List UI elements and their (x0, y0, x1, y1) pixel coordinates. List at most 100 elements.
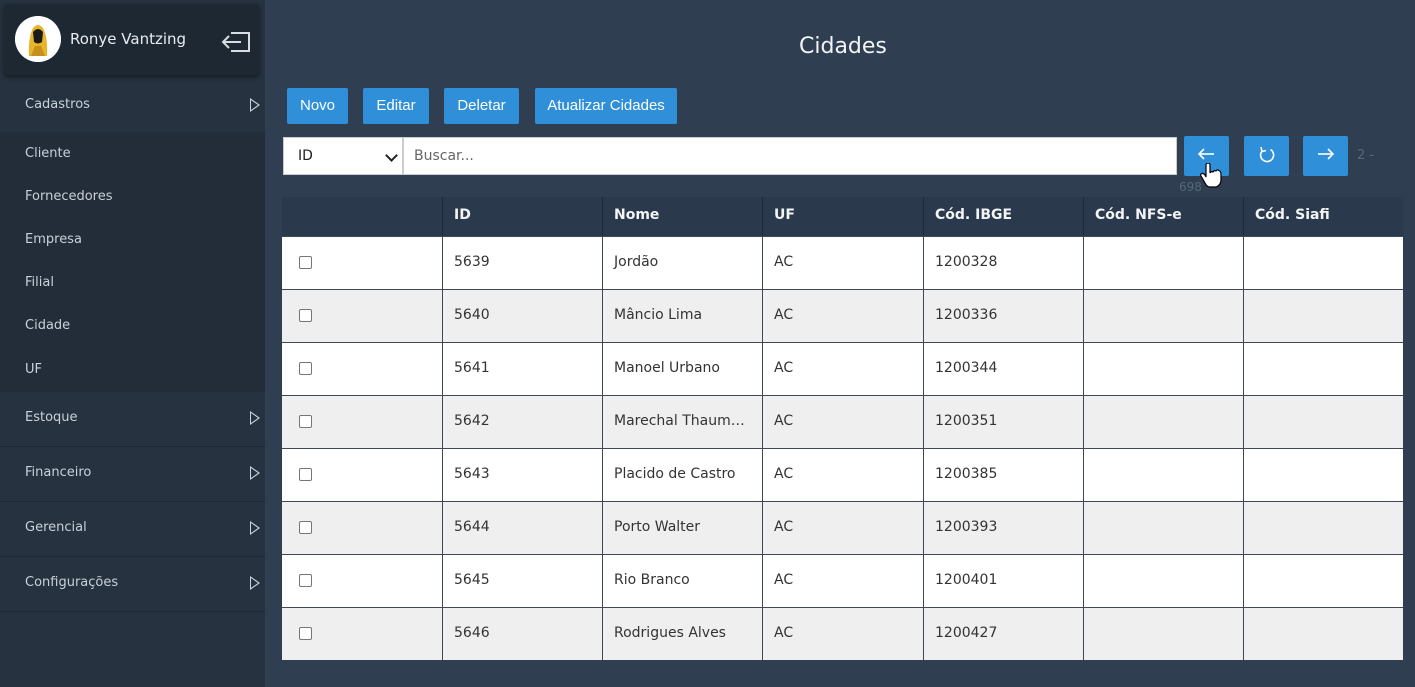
submenu-item-uf[interactable]: UF (25, 362, 42, 377)
cell-nome: Placido de Castro (602, 449, 762, 501)
logout-icon[interactable] (219, 28, 253, 56)
table-row[interactable]: 5643 Placido de Castro AC 1200385 (282, 448, 1403, 501)
cell-siafi (1243, 290, 1403, 342)
expand-arrow-icon (250, 98, 260, 112)
expand-arrow-icon (250, 466, 260, 480)
row-checkbox[interactable] (299, 415, 312, 428)
table-row[interactable]: 5640 Mâncio Lima AC 1200336 (282, 289, 1403, 342)
avatar (15, 16, 61, 62)
cell-select[interactable] (282, 449, 442, 501)
cell-select[interactable] (282, 290, 442, 342)
cities-table: ID Nome UF Cód. IBGE Cód. NFS-e Cód. Sia… (282, 197, 1403, 660)
cell-id: 5645 (442, 555, 602, 607)
cell-select[interactable] (282, 608, 442, 660)
deletar-button[interactable]: Deletar (444, 88, 519, 124)
cell-ibge: 1200385 (923, 449, 1083, 501)
row-checkbox[interactable] (299, 256, 312, 269)
cell-nome: Rodrigues Alves (602, 608, 762, 660)
editar-button[interactable]: Editar (363, 88, 429, 124)
header-uf[interactable]: UF (762, 197, 923, 236)
table-row[interactable]: 5645 Rio Branco AC 1200401 (282, 554, 1403, 607)
cell-id: 5643 (442, 449, 602, 501)
row-checkbox[interactable] (299, 468, 312, 481)
submenu-item-cidade[interactable]: Cidade (25, 318, 70, 333)
page-title: Cidades (799, 34, 887, 59)
cell-siafi (1243, 343, 1403, 395)
menu-estoque[interactable]: Estoque (0, 392, 265, 447)
header-cod-nfse[interactable]: Cód. NFS-e (1083, 197, 1243, 236)
refresh-button[interactable] (1244, 136, 1289, 176)
cell-ibge: 1200401 (923, 555, 1083, 607)
cadastros-submenu: Cliente Fornecedores Empresa Filial Cida… (0, 132, 265, 392)
table-row[interactable]: 5641 Manoel Urbano AC 1200344 (282, 342, 1403, 395)
header-cod-siafi[interactable]: Cód. Siafi (1243, 197, 1403, 236)
cell-uf: AC (762, 502, 923, 554)
row-checkbox[interactable] (299, 574, 312, 587)
page-indicator: 2 - (1357, 148, 1375, 163)
row-checkbox[interactable] (299, 627, 312, 640)
cell-siafi (1243, 502, 1403, 554)
menu-configuracoes[interactable]: Configurações (0, 557, 265, 612)
atualizar-cidades-button[interactable]: Atualizar Cidades (535, 88, 677, 124)
cell-select[interactable] (282, 396, 442, 448)
row-checkbox[interactable] (299, 362, 312, 375)
total-count: 698 (1179, 180, 1202, 194)
cell-id: 5639 (442, 237, 602, 289)
cell-ibge: 1200351 (923, 396, 1083, 448)
table-row[interactable]: 5642 Marechal Thaum… AC 1200351 (282, 395, 1403, 448)
submenu-item-cliente[interactable]: Cliente (25, 146, 71, 161)
sidebar: Ronye Vantzing Cadastros Cliente Fornece… (0, 0, 265, 687)
cell-siafi (1243, 237, 1403, 289)
cell-nome: Marechal Thaum… (602, 396, 762, 448)
cell-nfse (1083, 343, 1243, 395)
header-cod-ibge[interactable]: Cód. IBGE (923, 197, 1083, 236)
cell-siafi (1243, 396, 1403, 448)
arrow-right-icon (1318, 148, 1335, 160)
cell-nfse (1083, 237, 1243, 289)
cell-siafi (1243, 449, 1403, 501)
hand-cursor-icon (1200, 163, 1222, 188)
header-id[interactable]: ID (442, 197, 602, 236)
search-input[interactable] (403, 137, 1177, 175)
row-checkbox[interactable] (299, 309, 312, 322)
expand-arrow-icon (250, 411, 260, 425)
cell-id: 5646 (442, 608, 602, 660)
cell-ibge: 1200393 (923, 502, 1083, 554)
menu-cadastros[interactable]: Cadastros (0, 79, 265, 134)
table-header: ID Nome UF Cód. IBGE Cód. NFS-e Cód. Sia… (282, 197, 1403, 236)
menu-estoque-label: Estoque (25, 410, 78, 425)
cell-id: 5642 (442, 396, 602, 448)
menu-gerencial[interactable]: Gerencial (0, 502, 265, 557)
table-row[interactable]: 5639 Jordão AC 1200328 (282, 236, 1403, 289)
cell-nfse (1083, 502, 1243, 554)
user-name: Ronye Vantzing (70, 30, 187, 48)
cell-id: 5644 (442, 502, 602, 554)
cell-uf: AC (762, 237, 923, 289)
cell-siafi (1243, 608, 1403, 660)
menu-cadastros-label: Cadastros (25, 97, 90, 112)
cell-id: 5641 (442, 343, 602, 395)
cell-select[interactable] (282, 555, 442, 607)
cell-nome: Porto Walter (602, 502, 762, 554)
novo-button[interactable]: Novo (287, 88, 348, 124)
search-field-select[interactable]: ID (283, 137, 403, 175)
submenu-item-fornecedores[interactable]: Fornecedores (25, 189, 113, 204)
next-page-button[interactable] (1303, 136, 1348, 176)
table-row[interactable]: 5644 Porto Walter AC 1200393 (282, 501, 1403, 554)
cell-select[interactable] (282, 343, 442, 395)
cell-uf: AC (762, 343, 923, 395)
cell-select[interactable] (282, 237, 442, 289)
expand-arrow-icon (250, 521, 260, 535)
cell-ibge: 1200427 (923, 608, 1083, 660)
submenu-item-empresa[interactable]: Empresa (25, 232, 82, 247)
user-card: Ronye Vantzing (4, 4, 259, 75)
submenu-item-filial[interactable]: Filial (25, 275, 54, 290)
menu-financeiro[interactable]: Financeiro (0, 447, 265, 502)
menu-financeiro-label: Financeiro (25, 465, 92, 480)
cell-select[interactable] (282, 502, 442, 554)
table-row[interactable]: 5646 Rodrigues Alves AC 1200427 (282, 607, 1403, 660)
cell-ibge: 1200336 (923, 290, 1083, 342)
cell-nfse (1083, 608, 1243, 660)
row-checkbox[interactable] (299, 521, 312, 534)
header-nome[interactable]: Nome (602, 197, 762, 236)
